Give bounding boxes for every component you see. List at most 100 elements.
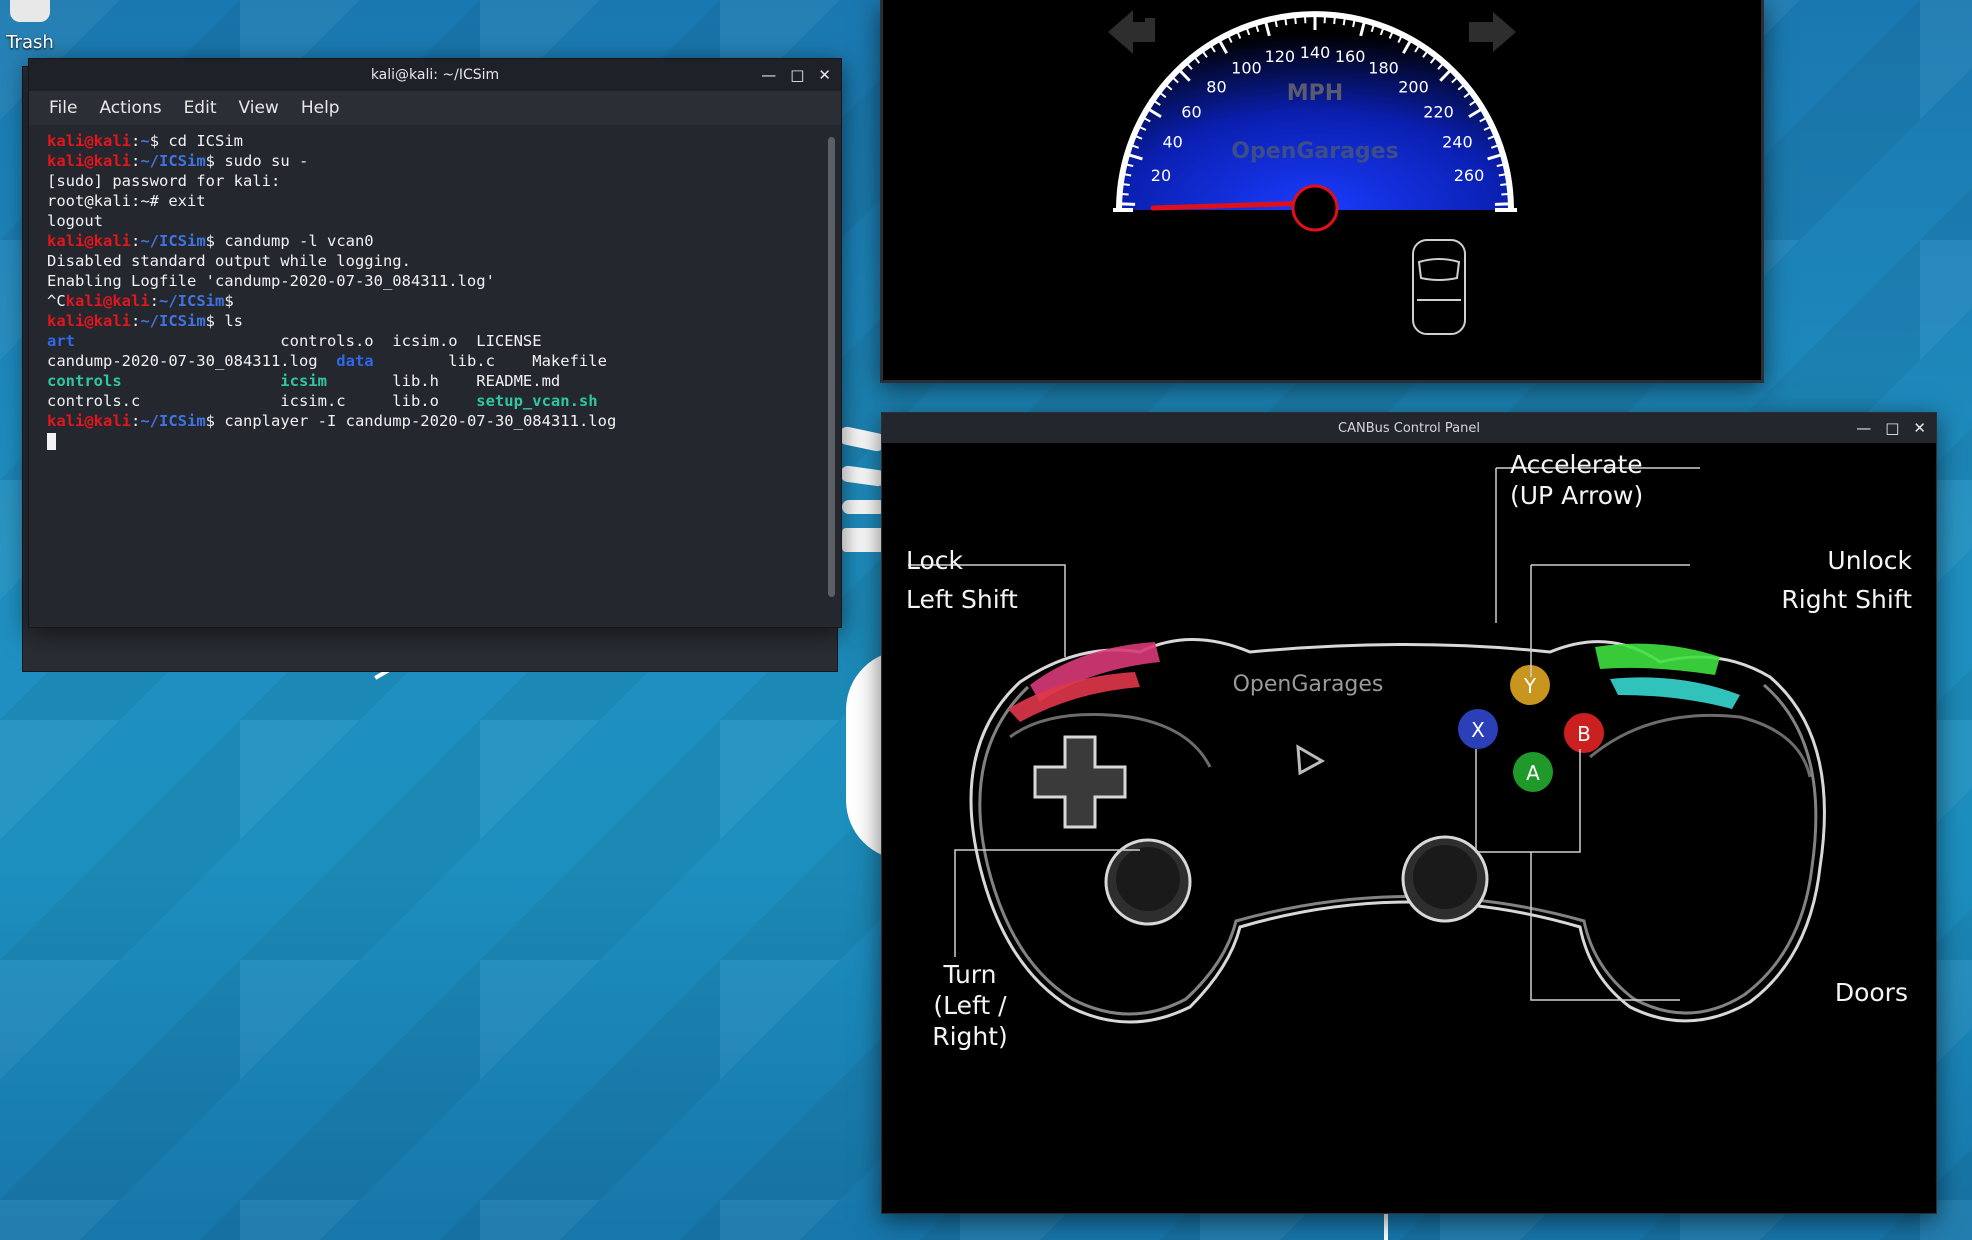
close-icon[interactable]: ✕ (1913, 420, 1926, 436)
trash-icon[interactable]: Trash (0, 0, 60, 53)
start-button-icon[interactable] (1296, 744, 1326, 776)
svg-text:X: X (1471, 718, 1485, 742)
wallpaper-dragon-fragment (842, 500, 886, 514)
x-button[interactable]: X (1458, 709, 1498, 749)
unlock-shoulder-button-lower[interactable] (1610, 677, 1740, 709)
minimize-icon[interactable]: — (1856, 420, 1871, 436)
terminal-text: ^C (47, 292, 66, 310)
terminal-text: kali@kali (47, 232, 131, 250)
terminal-text: $ candump -l vcan0 (205, 232, 374, 250)
terminal-text: ~ (140, 132, 150, 150)
y-button[interactable]: Y (1510, 665, 1550, 705)
controller-brand-label: OpenGarages (1233, 672, 1384, 697)
wallpaper-dragon-fragment (1384, 1212, 1388, 1240)
terminal-text: controls.c icsim.c lib.o (47, 392, 477, 410)
a-button[interactable]: A (1513, 752, 1553, 792)
terminal-menubar: File Actions Edit View Help (29, 91, 841, 125)
terminal-text: : (131, 132, 141, 150)
terminal-text: kali@kali (47, 152, 131, 170)
terminal-line: logout (47, 211, 823, 231)
terminal-line: kali@kali:~$ cd ICSim (47, 131, 823, 151)
terminal-title: kali@kali: ~/ICSim (370, 67, 500, 83)
gauge-tick (1342, 18, 1346, 26)
terminal-text: ~/ICSim (140, 312, 206, 330)
control-panel-titlebar[interactable]: CANBus Control Panel — □ ✕ (882, 413, 1936, 443)
terminal-line: art controls.o icsim.o LICENSE (47, 331, 823, 351)
gauge-tick-label: 240 (1442, 132, 1473, 151)
menu-actions[interactable]: Actions (99, 98, 161, 118)
svg-text:A: A (1526, 761, 1540, 785)
unlock-label: Unlock Right Shift (1781, 546, 1912, 614)
wallpaper-dragon-fragment (839, 464, 887, 488)
terminal-line: kali@kali:~/ICSim$ sudo su - (47, 151, 823, 171)
terminal-text: candump-2020-07-30_084311.log (47, 352, 337, 370)
terminal-text: ~/ICSim (140, 232, 206, 250)
speedometer-window: 20 40 60 80 100 120 140 160 180 200 220 240 260 MPH … (880, 0, 1764, 383)
close-icon[interactable]: ✕ (818, 67, 831, 83)
maximize-icon[interactable]: □ (790, 67, 804, 83)
terminal-output[interactable]: kali@kali:~$ cd ICSim kali@kali:~/ICSim$ … (29, 125, 841, 627)
menu-help[interactable]: Help (301, 98, 340, 118)
right-analog-stick[interactable] (1401, 835, 1489, 923)
gauge-tick (1352, 19, 1356, 28)
unlock-shoulder-button[interactable] (1595, 643, 1720, 675)
menu-file[interactable]: File (49, 98, 77, 118)
gauge-tick (1284, 18, 1288, 26)
turn-label: Turn (Left / Right) (932, 960, 1008, 1051)
terminal-text: Disabled standard output while logging. (47, 252, 411, 270)
terminal-line: Disabled standard output while logging. (47, 251, 823, 271)
terminal-line: ^Ckali@kali:~/ICSim$ (47, 291, 823, 311)
left-analog-stick[interactable] (1104, 838, 1192, 926)
terminal-line: kali@kali:~/ICSim$ candump -l vcan0 (47, 231, 823, 251)
gauge-tick-label: 220 (1423, 102, 1454, 121)
terminal-text: controls (47, 372, 122, 390)
dpad-icon[interactable] (1033, 735, 1127, 829)
gauge-tick-label: 80 (1206, 77, 1226, 96)
terminal-text: data (336, 352, 374, 370)
gauge-tick (1294, 16, 1297, 25)
gauge-tick-label: 200 (1398, 77, 1429, 96)
terminal-text: Enabling Logfile 'candump-2020-07-30_084… (47, 272, 495, 290)
terminal-cursor (47, 433, 56, 450)
b-button[interactable]: B (1564, 713, 1604, 753)
accelerate-label: Accelerate (UP Arrow) (1510, 450, 1644, 510)
terminal-text: [sudo] password for kali: (47, 172, 281, 190)
gauge-tick (1122, 183, 1130, 187)
controller-canvas[interactable]: OpenGarages Y X B A Accelerate (UP Arrow… (890, 447, 1928, 1205)
terminal-text: controls.o icsim.o LICENSE (75, 332, 542, 350)
terminal-line: root@kali:~# exit (47, 191, 823, 211)
terminal-text: : (131, 232, 141, 250)
terminal-text: setup_vcan.sh (476, 392, 598, 410)
gauge-tick-label: 20 (1151, 166, 1171, 185)
terminal-text: logout (47, 212, 103, 230)
wallpaper-dragon-fragment (842, 528, 884, 552)
terminal-scrollbar[interactable] (828, 137, 835, 597)
maximize-icon[interactable]: □ (1885, 420, 1899, 436)
needle-hub (1291, 184, 1339, 232)
gauge-tick (1498, 173, 1506, 177)
terminal-text: icsim (280, 372, 327, 390)
controller-drawing: OpenGarages Y X B A (908, 467, 1826, 1024)
terminal-text: ~/ICSim (159, 292, 225, 310)
minimize-icon[interactable]: — (761, 67, 776, 83)
trash-can-icon (10, 0, 50, 22)
terminal-text: $ canplayer -I candump-2020-07-30_084311… (205, 412, 617, 430)
speed-gauge: 20406080100120 140 160180200220240260 MPH … (1113, 11, 1517, 232)
terminal-line: kali@kali:~/ICSim$ canplayer -I candump-… (47, 411, 823, 431)
gauge-tick (1500, 183, 1508, 187)
terminal-text: $ ls (205, 312, 243, 330)
terminal-line: controls.c icsim.c lib.o setup_vcan.sh (47, 391, 823, 411)
gauge-tick-label: 160 (1335, 47, 1366, 66)
control-panel-window: CANBus Control Panel — □ ✕ OpenGarages Y… (881, 412, 1937, 1214)
gauge-tick-label: 140 (1300, 43, 1331, 62)
terminal-text: root@kali:~# exit (47, 192, 206, 210)
left-turn-signal-icon (1108, 10, 1155, 54)
control-panel-title: CANBus Control Panel (1338, 420, 1480, 436)
menu-edit[interactable]: Edit (184, 98, 217, 118)
terminal-text: kali@kali (47, 312, 131, 330)
gauge-tick-label: 100 (1231, 59, 1262, 78)
terminal-text: lib.c Makefile (373, 352, 607, 370)
svg-text:B: B (1577, 722, 1591, 746)
menu-view[interactable]: View (238, 98, 278, 118)
terminal-titlebar[interactable]: kali@kali: ~/ICSim — □ ✕ (29, 59, 841, 91)
